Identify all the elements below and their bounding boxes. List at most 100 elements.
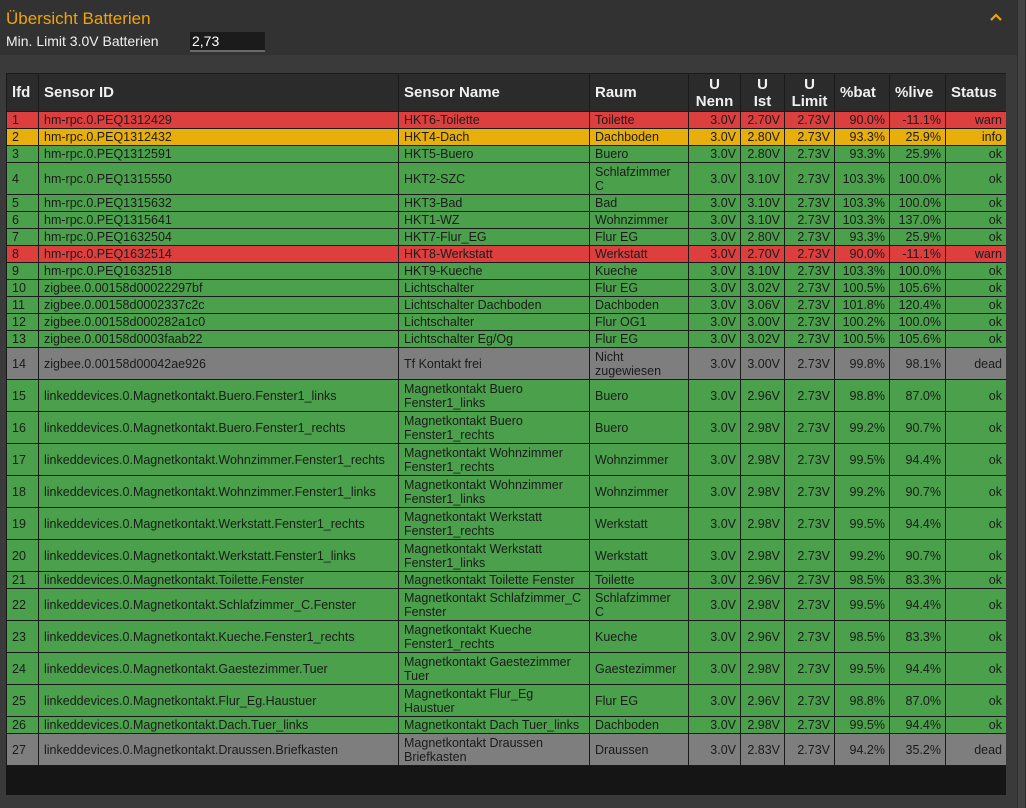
table-row[interactable]: 13 zigbee.0.00158d0003faab22 Lichtschalter… [6, 330, 1006, 348]
cell-u-ist: 2.98V [740, 588, 785, 621]
table-row[interactable]: 11 zigbee.0.00158d0002337c2c Lichtschalter… [6, 296, 1006, 314]
cell-status: ok [945, 539, 1006, 572]
scrollbar-thumb[interactable] [1018, 0, 1025, 808]
cell-status: dead [945, 347, 1006, 380]
cell-u-ist: 3.10V [740, 262, 785, 280]
cell-pct-bat: 98.8% [834, 379, 890, 412]
cell-u-limit: 2.73V [784, 296, 835, 314]
cell-u-ist: 3.02V [740, 330, 785, 348]
col-header-status[interactable]: Status [945, 73, 1006, 112]
chevron-up-icon[interactable] [986, 8, 1006, 28]
cell-sensor-id: linkeddevices.0.Magnetkontakt.Buero.Fens… [38, 411, 399, 444]
cell-status: ok [945, 507, 1006, 540]
col-header-pct-live[interactable]: %live [889, 73, 946, 112]
cell-pct-bat: 103.3% [834, 262, 890, 280]
cell-status: warn [945, 245, 1006, 263]
cell-sensor-id: linkeddevices.0.Magnetkontakt.Dach.Tuer_… [38, 716, 399, 734]
cell-sensor-name: Magnetkontakt Werkstatt Fenster1_links [398, 539, 590, 572]
table-row[interactable]: 7 hm-rpc.0.PEQ1632504 HKT7-Flur_EG Flur EG 3… [6, 228, 1006, 246]
col-header-u-ist[interactable]: U Ist [740, 73, 785, 112]
cell-pct-live: 25.9% [889, 228, 946, 246]
cell-sensor-id: hm-rpc.0.PEQ1632518 [38, 262, 399, 280]
cell-sensor-id: linkeddevices.0.Magnetkontakt.Toilette.F… [38, 571, 399, 589]
cell-sensor-id: linkeddevices.0.Magnetkontakt.Gaestezimm… [38, 652, 399, 685]
cell-u-nenn: 3.0V [688, 279, 741, 297]
cell-u-ist: 2.83V [740, 733, 785, 766]
limit-input[interactable] [190, 32, 265, 52]
table-row[interactable]: 19 linkeddevices.0.Magnetkontakt.Werkstat… [6, 507, 1006, 540]
vertical-scrollbar[interactable] [1017, 0, 1026, 808]
table-row[interactable]: 15 linkeddevices.0.Magnetkontakt.Buero.Fe… [6, 379, 1006, 412]
col-header-sensor-name[interactable]: Sensor Name [398, 73, 590, 112]
cell-status: ok [945, 296, 1006, 314]
table-row[interactable]: 3 hm-rpc.0.PEQ1312591 HKT5-Buero Buero 3.0V 2… [6, 145, 1006, 163]
cell-lfd: 24 [6, 652, 39, 685]
table-row[interactable]: 6 hm-rpc.0.PEQ1315641 HKT1-WZ Wohnzimmer 3.0… [6, 211, 1006, 229]
cell-pct-bat: 101.8% [834, 296, 890, 314]
cell-status: ok [945, 279, 1006, 297]
cell-status: info [945, 128, 1006, 146]
cell-pct-bat: 99.2% [834, 475, 890, 508]
cell-pct-live: 137.0% [889, 211, 946, 229]
cell-u-limit: 2.73V [784, 539, 835, 572]
table-row[interactable]: 24 linkeddevices.0.Magnetkontakt.Gaestezi… [6, 652, 1006, 685]
table-row[interactable]: 4 hm-rpc.0.PEQ1315550 HKT2-SZC Schlafzimmer… [6, 162, 1006, 195]
cell-u-nenn: 3.0V [688, 475, 741, 508]
table-row[interactable]: 22 linkeddevices.0.Magnetkontakt.Schlafzi… [6, 588, 1006, 621]
cell-u-ist: 2.98V [740, 652, 785, 685]
table-row[interactable]: 18 linkeddevices.0.Magnetkontakt.Wohnzimm… [6, 475, 1006, 508]
cell-u-nenn: 3.0V [688, 507, 741, 540]
col-header-sensor-id[interactable]: Sensor ID [38, 73, 399, 112]
cell-pct-bat: 103.3% [834, 162, 890, 195]
table-row[interactable]: 1 hm-rpc.0.PEQ1312429 HKT6-Toilette Toilett… [6, 111, 1006, 129]
table-row[interactable]: 25 linkeddevices.0.Magnetkontakt.Flur_Eg.… [6, 684, 1006, 717]
table-row[interactable]: 14 zigbee.0.00158d00042ae926 Tf Kontakt fr… [6, 347, 1006, 380]
cell-u-nenn: 3.0V [688, 620, 741, 653]
cell-lfd: 14 [6, 347, 39, 380]
table-row[interactable]: 12 zigbee.0.00158d000282a1c0 Lichtschalter… [6, 313, 1006, 331]
col-header-raum[interactable]: Raum [589, 73, 689, 112]
cell-u-limit: 2.73V [784, 313, 835, 331]
cell-u-limit: 2.73V [784, 128, 835, 146]
table-row[interactable]: 20 linkeddevices.0.Magnetkontakt.Werkstat… [6, 539, 1006, 572]
cell-pct-live: 25.9% [889, 128, 946, 146]
col-header-lfd[interactable]: lfd [6, 73, 39, 112]
cell-sensor-name: Magnetkontakt Buero Fenster1_links [398, 379, 590, 412]
cell-raum: Flur EG [589, 330, 689, 348]
cell-status: ok [945, 411, 1006, 444]
table-row[interactable]: 17 linkeddevices.0.Magnetkontakt.Wohnzimm… [6, 443, 1006, 476]
cell-sensor-name: Magnetkontakt Flur_Eg Haustuer [398, 684, 590, 717]
cell-status: ok [945, 228, 1006, 246]
cell-status: ok [945, 475, 1006, 508]
cell-sensor-name: HKT4-Dach [398, 128, 590, 146]
cell-status: ok [945, 379, 1006, 412]
table-row[interactable]: 10 zigbee.0.00158d00022297bf Lichtschalter… [6, 279, 1006, 297]
table-row[interactable]: 27 linkeddevices.0.Magnetkontakt.Draussen… [6, 733, 1006, 766]
table-row[interactable]: 23 linkeddevices.0.Magnetkontakt.Kueche.F… [6, 620, 1006, 653]
table-row[interactable]: 8 hm-rpc.0.PEQ1632514 HKT8-Werkstatt Werkst… [6, 245, 1006, 263]
cell-sensor-id: linkeddevices.0.Magnetkontakt.Werkstatt.… [38, 539, 399, 572]
cell-u-ist: 2.96V [740, 684, 785, 717]
table-row[interactable]: 2 hm-rpc.0.PEQ1312432 HKT4-Dach Dachboden 3.… [6, 128, 1006, 146]
col-header-pct-bat[interactable]: %bat [834, 73, 890, 112]
cell-raum: Schlafzimmer C [589, 588, 689, 621]
cell-sensor-id: linkeddevices.0.Magnetkontakt.Buero.Fens… [38, 379, 399, 412]
cell-raum: Dachboden [589, 128, 689, 146]
cell-u-limit: 2.73V [784, 262, 835, 280]
cell-u-limit: 2.73V [784, 194, 835, 212]
col-header-u-nenn[interactable]: U Nenn [688, 73, 741, 112]
table-row[interactable]: 5 hm-rpc.0.PEQ1315632 HKT3-Bad Bad 3.0V 3.10V… [6, 194, 1006, 212]
cell-status: ok [945, 571, 1006, 589]
cell-u-limit: 2.73V [784, 620, 835, 653]
cell-sensor-name: Magnetkontakt Schlafzimmer_C Fenster [398, 588, 590, 621]
table-row[interactable]: 26 linkeddevices.0.Magnetkontakt.Dach.Tue… [6, 716, 1006, 734]
cell-sensor-id: linkeddevices.0.Magnetkontakt.Wohnzimmer… [38, 475, 399, 508]
cell-u-ist: 3.00V [740, 313, 785, 331]
table-row[interactable]: 16 linkeddevices.0.Magnetkontakt.Buero.Fe… [6, 411, 1006, 444]
cell-pct-live: 87.0% [889, 684, 946, 717]
table-row[interactable]: 9 hm-rpc.0.PEQ1632518 HKT9-Kueche Kueche 3.0… [6, 262, 1006, 280]
cell-raum: Bad [589, 194, 689, 212]
col-header-u-limit[interactable]: U Limit [784, 73, 835, 112]
table-row[interactable]: 21 linkeddevices.0.Magnetkontakt.Toilette… [6, 571, 1006, 589]
cell-u-nenn: 3.0V [688, 228, 741, 246]
